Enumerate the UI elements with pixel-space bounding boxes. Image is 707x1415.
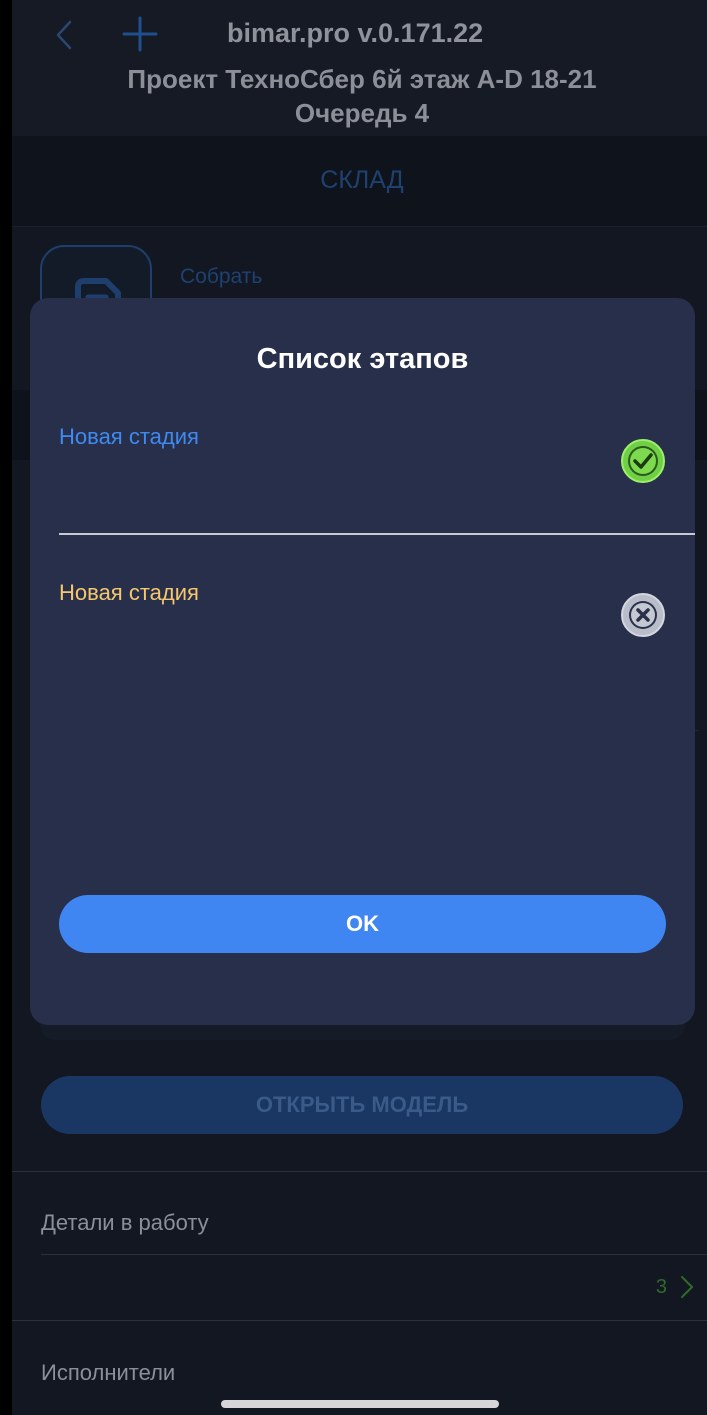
project-title-line2: Очередь 4 (294, 98, 430, 128)
modal-title: Список этапов (256, 343, 469, 375)
stage-item-label[interactable]: Новая стадия (59, 580, 199, 606)
check-circle-icon[interactable] (620, 438, 666, 484)
open-model-button[interactable]: ОТКРЫТЬ МОДЕЛЬ (41, 1076, 683, 1134)
executors-label: Исполнители (41, 1360, 176, 1385)
details-divider (41, 1254, 707, 1255)
app-header: bimar.pro v.0.171.22 Проект ТехноСбер 6й… (12, 0, 707, 136)
project-title: Проект ТехноСбер 6й этаж A-D 18-21 Очере… (12, 62, 707, 130)
section-divider (12, 1171, 707, 1172)
tab-bar: СКЛАД (12, 136, 707, 227)
plus-icon[interactable] (122, 16, 158, 52)
details-section: Детали в работу 3 (12, 1190, 707, 1320)
details-count[interactable]: 3 (656, 1276, 667, 1299)
stage-item-label[interactable]: Новая стадия (59, 424, 199, 450)
app-version: bimar.pro v.0.171.22 (227, 18, 484, 48)
back-chevron-icon[interactable] (50, 18, 78, 52)
close-circle-icon[interactable] (620, 592, 666, 638)
app-screen: bimar.pro v.0.171.22 Проект ТехноСбер 6й… (12, 0, 707, 1415)
project-title-line1: Проект ТехноСбер 6й этаж A-D 18-21 (127, 64, 597, 94)
stage-divider (59, 533, 695, 535)
tab-warehouse[interactable]: СКЛАД (12, 166, 707, 195)
stages-modal: Список этапов Новая стадия Новая стадия … (30, 298, 695, 1025)
ok-button[interactable]: OK (59, 895, 666, 953)
section-divider (12, 1320, 707, 1321)
home-indicator[interactable] (221, 1400, 499, 1408)
chevron-right-icon[interactable] (679, 1274, 695, 1300)
details-label: Детали в работу (41, 1210, 209, 1235)
assemble-label[interactable]: Собрать (180, 265, 262, 289)
